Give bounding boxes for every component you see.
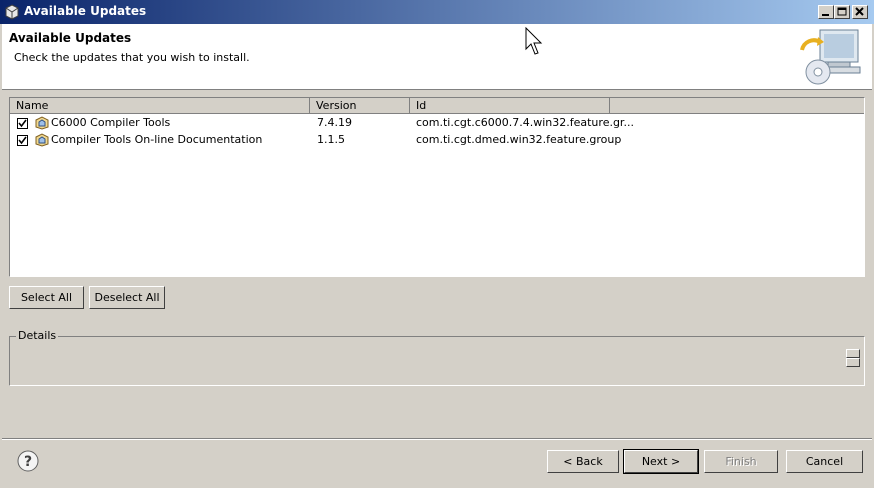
row-version: 7.4.19 xyxy=(317,116,352,129)
back-button[interactable]: < Back xyxy=(547,450,619,473)
table-row[interactable]: C6000 Compiler Tools 7.4.19 com.ti.cgt.c… xyxy=(10,115,864,131)
finish-button[interactable]: Finish xyxy=(704,450,778,473)
row-version: 1.1.5 xyxy=(317,133,345,146)
row-name: Compiler Tools On-line Documentation xyxy=(51,133,263,146)
column-version[interactable]: Version xyxy=(310,98,410,114)
row-checkbox[interactable] xyxy=(17,118,28,129)
deselect-all-button[interactable]: Deselect All xyxy=(89,286,165,309)
updates-table[interactable]: Name Version Id C6000 Compiler Tools 7.4… xyxy=(9,97,865,277)
table-header: Name Version Id xyxy=(10,98,864,114)
window-title: Available Updates xyxy=(24,4,147,18)
table-row[interactable]: Compiler Tools On-line Documentation 1.1… xyxy=(10,132,864,148)
install-update-icon xyxy=(800,29,861,85)
row-id: com.ti.cgt.dmed.win32.feature.group xyxy=(416,133,622,146)
footer-separator xyxy=(2,438,872,440)
next-button[interactable]: Next > xyxy=(623,449,699,474)
app-icon xyxy=(5,4,19,20)
wizard-header: Available Updates Check the updates that… xyxy=(2,24,872,90)
row-name: C6000 Compiler Tools xyxy=(51,116,171,129)
cancel-button[interactable]: Cancel xyxy=(786,450,863,473)
details-label: Details xyxy=(16,329,59,342)
column-id[interactable]: Id xyxy=(410,98,610,114)
minimize-button[interactable] xyxy=(818,5,834,19)
help-icon[interactable]: ? xyxy=(17,450,39,472)
close-button[interactable] xyxy=(852,5,868,19)
details-group: Details xyxy=(9,329,865,386)
page-description: Check the updates that you wish to insta… xyxy=(14,51,250,64)
select-all-button[interactable]: Select All xyxy=(9,286,84,309)
column-filler xyxy=(610,98,864,114)
scroll-up-button[interactable] xyxy=(846,349,860,358)
mouse-cursor-icon xyxy=(525,27,543,55)
scroll-down-button[interactable] xyxy=(846,358,860,367)
column-name[interactable]: Name xyxy=(10,98,310,114)
row-id: com.ti.cgt.c6000.7.4.win32.feature.gr... xyxy=(416,116,634,129)
details-scrollbar[interactable] xyxy=(846,349,860,367)
page-title: Available Updates xyxy=(9,31,132,45)
row-checkbox[interactable] xyxy=(17,135,28,146)
title-bar: Available Updates xyxy=(0,0,874,24)
svg-text:?: ? xyxy=(24,454,32,470)
maximize-button[interactable] xyxy=(834,5,850,19)
feature-icon xyxy=(35,116,49,130)
feature-icon xyxy=(35,133,49,147)
